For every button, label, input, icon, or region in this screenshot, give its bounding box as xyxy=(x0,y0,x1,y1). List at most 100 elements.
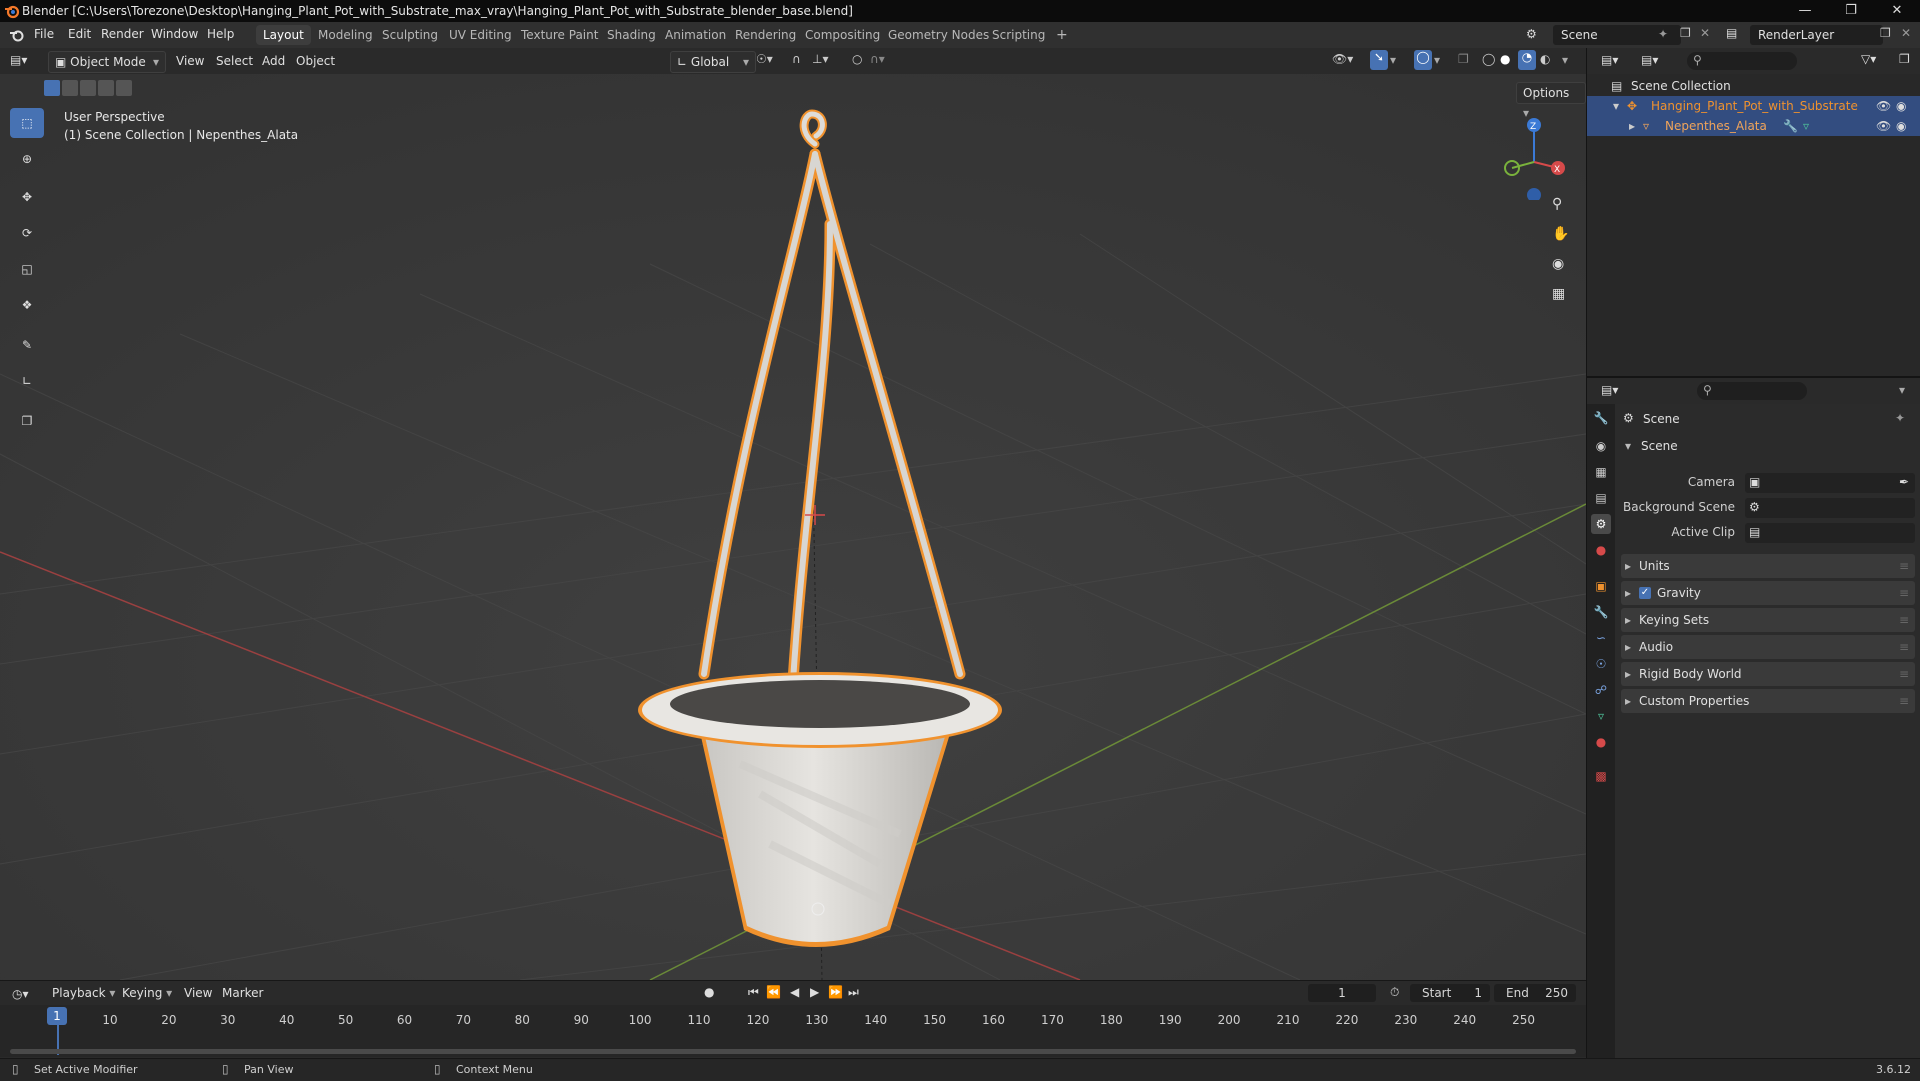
menu-object[interactable]: Object xyxy=(290,51,341,71)
proportional-edit-icon[interactable]: ○ xyxy=(852,52,862,66)
new-view-layer-icon[interactable]: ❐ xyxy=(1880,26,1891,40)
minimize-button[interactable]: — xyxy=(1782,0,1828,22)
tab-texture-paint[interactable]: Texture Paint xyxy=(514,25,605,45)
particles-tab-icon[interactable]: ∽ xyxy=(1591,628,1611,648)
expand-arrow-icon[interactable]: ▸ xyxy=(1629,116,1635,136)
shading-solid-icon[interactable]: ● xyxy=(1500,52,1510,66)
display-mode-icon[interactable]: ▤▾ xyxy=(1641,53,1658,67)
camera-view-icon[interactable]: ◉ xyxy=(1552,256,1564,272)
add-workspace-button[interactable]: + xyxy=(1049,25,1075,45)
outliner-editor-icon[interactable]: ▤▾ xyxy=(1601,53,1618,67)
timeline-ruler[interactable]: 1 10 20 30 40 50 60 70 80 90 100 110 120 130 140 150 16… xyxy=(0,1005,1586,1057)
restore-button[interactable]: ❐ xyxy=(1828,0,1874,22)
navigation-gizmo[interactable]: Z X xyxy=(1496,110,1576,200)
select-intersect-icon[interactable] xyxy=(116,80,132,96)
menu-window[interactable]: Window xyxy=(151,27,198,41)
panel-audio[interactable]: ▸ Audio ≡ xyxy=(1621,635,1915,659)
drag-handle-icon[interactable]: ≡ xyxy=(1899,608,1909,632)
view-layer-icon[interactable]: ▤ xyxy=(1726,26,1737,40)
xray-icon[interactable]: ❐ xyxy=(1458,52,1469,66)
tab-modeling[interactable]: Modeling xyxy=(311,25,380,45)
modifier-wrench-icon[interactable]: 🔧 xyxy=(1783,116,1798,136)
output-tab-icon[interactable]: ▦ xyxy=(1591,462,1611,482)
drag-handle-icon[interactable]: ≡ xyxy=(1899,689,1909,713)
physics-tab-icon[interactable]: ☉ xyxy=(1591,654,1611,674)
delete-view-layer-icon[interactable]: ✕ xyxy=(1901,26,1911,40)
scene-panel-header[interactable]: ▾ Scene xyxy=(1621,436,1915,458)
properties-options-icon[interactable]: ▾ xyxy=(1899,383,1905,397)
shading-wireframe-icon[interactable]: ◯ xyxy=(1482,52,1495,66)
tab-sculpting[interactable]: Sculpting xyxy=(375,25,445,45)
tab-compositing[interactable]: Compositing xyxy=(798,25,887,45)
menu-edit[interactable]: Edit xyxy=(68,27,91,41)
data-tab-icon[interactable]: ▿ xyxy=(1591,706,1611,726)
tool-tab-icon[interactable]: 🔧 xyxy=(1591,408,1611,428)
menu-add[interactable]: Add xyxy=(256,51,291,71)
perspective-toggle-icon[interactable]: ▦ xyxy=(1552,286,1565,302)
pin-icon[interactable]: ✦ xyxy=(1895,411,1905,425)
shading-material-icon[interactable]: ◔ xyxy=(1518,50,1536,70)
shading-rendered-icon[interactable]: ◐ xyxy=(1540,52,1550,66)
3d-viewport[interactable]: User Perspective (1) Scene Collection | … xyxy=(0,74,1586,980)
select-extend-icon[interactable] xyxy=(62,80,78,96)
material-tab-icon[interactable]: ● xyxy=(1591,732,1611,752)
object-mode-dropdown[interactable]: ▣ Object Mode ▾ xyxy=(48,51,166,73)
render-camera-icon[interactable]: ◉ xyxy=(1896,96,1906,116)
blender-menu-icon[interactable] xyxy=(9,28,25,42)
select-new-icon[interactable] xyxy=(44,80,60,96)
menu-render[interactable]: Render xyxy=(101,27,144,41)
move-tool[interactable]: ✥ xyxy=(10,182,44,212)
view-layer-field[interactable]: RenderLayer xyxy=(1750,25,1883,45)
visibility-icon[interactable]: 👁▾ xyxy=(1332,52,1353,66)
constraints-tab-icon[interactable]: ☍ xyxy=(1591,680,1611,700)
drag-handle-icon[interactable]: ≡ xyxy=(1899,635,1909,659)
drag-handle-icon[interactable]: ≡ xyxy=(1899,662,1909,686)
outliner-search-input[interactable]: ⚲ xyxy=(1687,52,1797,70)
scene-tab-icon[interactable]: ⚙ xyxy=(1591,514,1611,534)
zoom-icon[interactable]: ⚲ xyxy=(1552,196,1562,212)
outliner-row-pot[interactable]: ▾ ✥ Hanging_Plant_Pot_with_Substrate 👁 ◉ xyxy=(1587,96,1920,116)
eye-icon[interactable]: 👁 xyxy=(1876,116,1891,136)
render-camera-icon[interactable]: ◉ xyxy=(1896,116,1906,136)
new-collection-icon[interactable]: ❐ xyxy=(1899,52,1910,66)
background-scene-field[interactable]: ⚙ xyxy=(1745,498,1915,518)
drag-handle-icon[interactable]: ≡ xyxy=(1899,554,1909,578)
gravity-checkbox[interactable]: ✓ xyxy=(1639,587,1651,599)
new-scene-icon[interactable]: ❐ xyxy=(1680,26,1691,40)
tab-uv-editing[interactable]: UV Editing xyxy=(442,25,519,45)
menu-select[interactable]: Select xyxy=(210,51,259,71)
menu-help[interactable]: Help xyxy=(207,27,234,41)
expand-arrow-icon[interactable]: ▾ xyxy=(1613,96,1619,116)
panel-custom-properties[interactable]: ▸ Custom Properties ≡ xyxy=(1621,689,1915,713)
tab-rendering[interactable]: Rendering xyxy=(728,25,803,45)
eyedropper-icon[interactable]: ✒ xyxy=(1899,475,1909,489)
annotate-tool[interactable]: ✎ xyxy=(10,330,44,360)
add-cube-tool[interactable]: ❐ xyxy=(10,406,44,436)
panel-units[interactable]: ▸ Units ≡ xyxy=(1621,554,1915,578)
tab-layout[interactable]: Layout xyxy=(256,25,311,45)
tab-geometry-nodes[interactable]: Geometry Nodes xyxy=(881,25,996,45)
scale-tool[interactable]: ◱ xyxy=(10,254,44,284)
tab-scripting[interactable]: Scripting xyxy=(985,25,1052,45)
drag-handle-icon[interactable]: ≡ xyxy=(1899,581,1909,605)
scene-pin-icon[interactable]: ✦ xyxy=(1658,27,1668,41)
active-clip-field[interactable]: ▤ xyxy=(1745,523,1915,543)
delete-scene-icon[interactable]: ✕ xyxy=(1700,26,1710,40)
panel-rigid-body-world[interactable]: ▸ Rigid Body World ≡ xyxy=(1621,662,1915,686)
tab-animation[interactable]: Animation xyxy=(658,25,733,45)
properties-editor-icon[interactable]: ▤▾ xyxy=(1601,383,1618,397)
texture-tab-icon[interactable]: ▩ xyxy=(1591,766,1611,786)
render-tab-icon[interactable]: ◉ xyxy=(1591,436,1611,456)
pan-hand-icon[interactable]: ✋ xyxy=(1552,226,1569,242)
tab-shading[interactable]: Shading xyxy=(600,25,663,45)
scene-selector-icon[interactable]: ⚙ xyxy=(1526,27,1537,41)
menu-file[interactable]: File xyxy=(34,27,54,41)
transform-tool[interactable]: ❖ xyxy=(10,290,44,320)
camera-field[interactable]: ▣ ✒ xyxy=(1745,473,1915,493)
modifier-tab-icon[interactable]: 🔧 xyxy=(1591,602,1611,622)
outliner-row-scene-collection[interactable]: ▤ Scene Collection xyxy=(1587,76,1920,96)
cursor-tool[interactable]: ⊕ xyxy=(10,144,44,174)
pivot-point-icon[interactable]: ☉▾ xyxy=(756,52,773,66)
mesh-data-icon[interactable]: ▿ xyxy=(1803,116,1809,136)
view-layer-tab-icon[interactable]: ▤ xyxy=(1591,488,1611,508)
